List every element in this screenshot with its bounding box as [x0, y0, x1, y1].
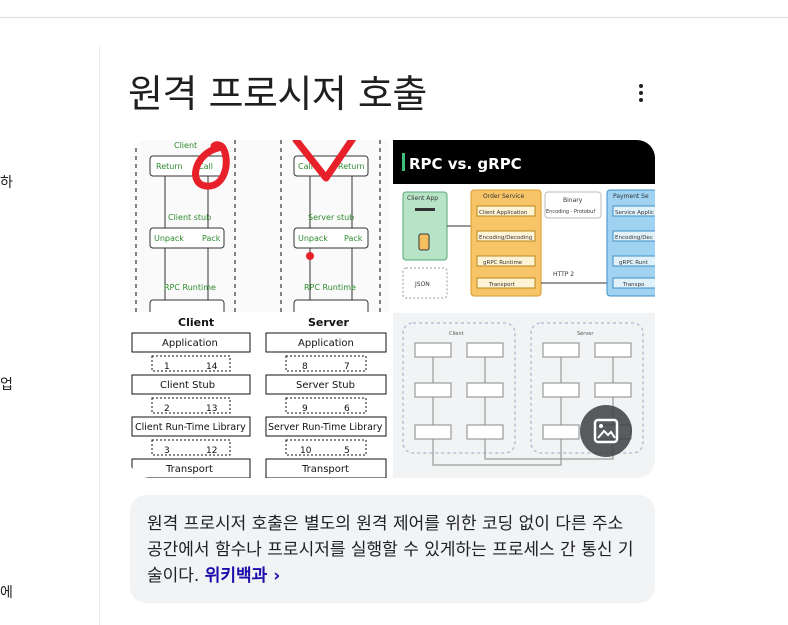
t3-right-layer-3: Server Run-Time Library	[268, 422, 383, 433]
t3-left-num-2b: 13	[206, 404, 217, 414]
top-divider	[0, 17, 788, 18]
t3-left-layer-4: Transport	[165, 464, 213, 475]
t3-left-layer-1: Application	[162, 338, 218, 349]
t1-right-return: Return	[338, 162, 365, 171]
description-card: 원격 프로시저 호출은 별도의 원격 제어를 위한 코딩 없이 다른 주소 공간…	[130, 495, 655, 603]
t2-payment-item-4: Transpo	[622, 282, 645, 288]
t2-binary: Binary	[563, 197, 583, 204]
t4-client: Client	[449, 331, 464, 337]
t1-right-stub: Server stub	[308, 213, 354, 222]
t3-left-layer-2: Client Stub	[160, 380, 215, 391]
left-fragment: 에	[0, 585, 13, 601]
t2-payment-item-1: Service Applic	[615, 210, 654, 216]
t1-left-pack: Pack	[202, 234, 221, 243]
t2-binary-sub: Encoding - Protobuf	[546, 209, 595, 215]
description-text: 원격 프로시저 호출은 별도의 원격 제어를 위한 코딩 없이 다른 주소 공간…	[147, 511, 642, 589]
annotation-dot	[306, 252, 314, 260]
knowledge-panel-title: 원격 프로시저 호출	[128, 72, 427, 116]
t2-order-item-1: Client Application	[479, 210, 528, 216]
t1-left-header: Client	[174, 141, 197, 150]
t3-left-layer-3: Client Run-Time Library	[135, 422, 246, 433]
t3-server-header: Server	[308, 316, 349, 329]
t2-order-item-2: Encoding/Decoding	[479, 235, 532, 241]
wikipedia-link[interactable]: 위키백과 ›	[205, 566, 280, 586]
t2-payment-item-2: Encoding/Dec	[615, 235, 653, 241]
t1-left-runtime: RPC Runtime	[164, 283, 216, 292]
t3-right-layer-4: Transport	[301, 464, 349, 475]
more-vert-icon-dot	[639, 91, 643, 95]
t2-order-service: Order Service	[483, 193, 524, 200]
image-rpc-vs-grpc[interactable]: RPC vs. gRPC Client App JSON Order Servi…	[393, 140, 655, 312]
left-fragment: 하	[0, 175, 13, 191]
image-rpc-stub-diagram[interactable]: Client Return Call Client stub Unpack Pa…	[130, 140, 389, 312]
image-search-button[interactable]	[580, 405, 632, 457]
t1-left-stub: Client stub	[168, 213, 211, 222]
left-fragment: 업	[0, 377, 13, 393]
t1-right-runtime: RPC Runtime	[304, 283, 356, 292]
t1-right-unpack: Unpack	[298, 234, 328, 243]
t2-payment-item-3: gRPC Runt	[619, 260, 649, 266]
image-gallery: Client Return Call Client stub Unpack Pa…	[130, 140, 655, 478]
t2-banner: RPC vs. gRPC	[409, 155, 522, 173]
t2-payment-service: Payment Se	[613, 193, 649, 200]
t3-left-num-1b: 14	[206, 362, 218, 372]
t2-client-app: Client App	[407, 195, 438, 202]
t1-right-pack: Pack	[344, 234, 363, 243]
t1-left-return: Return	[156, 162, 183, 171]
t3-right-layer-1: Application	[298, 338, 354, 349]
t2-order-item-4: Transport	[488, 282, 516, 288]
t4-server: Server	[577, 331, 594, 337]
more-vert-icon-dot	[639, 98, 643, 102]
left-column: 하 업 에	[0, 18, 99, 625]
t2-order-item-3: gRPC Runtime	[483, 260, 523, 266]
t2-http2: HTTP 2	[553, 271, 574, 278]
t3-right-num-3a: 10	[300, 446, 312, 456]
t3-left-num-3b: 12	[206, 446, 217, 456]
image-rpc-layer-stack[interactable]: Client Server Application 1 14 Client St…	[130, 313, 389, 478]
column-divider	[99, 45, 100, 625]
image-search-icon	[593, 418, 619, 444]
more-options-button[interactable]	[630, 80, 652, 106]
t2-json: JSON	[414, 281, 430, 288]
t1-left-unpack: Unpack	[154, 234, 184, 243]
more-vert-icon	[639, 84, 643, 88]
t3-right-layer-2: Server Stub	[296, 380, 355, 391]
t3-client-header: Client	[178, 316, 214, 329]
